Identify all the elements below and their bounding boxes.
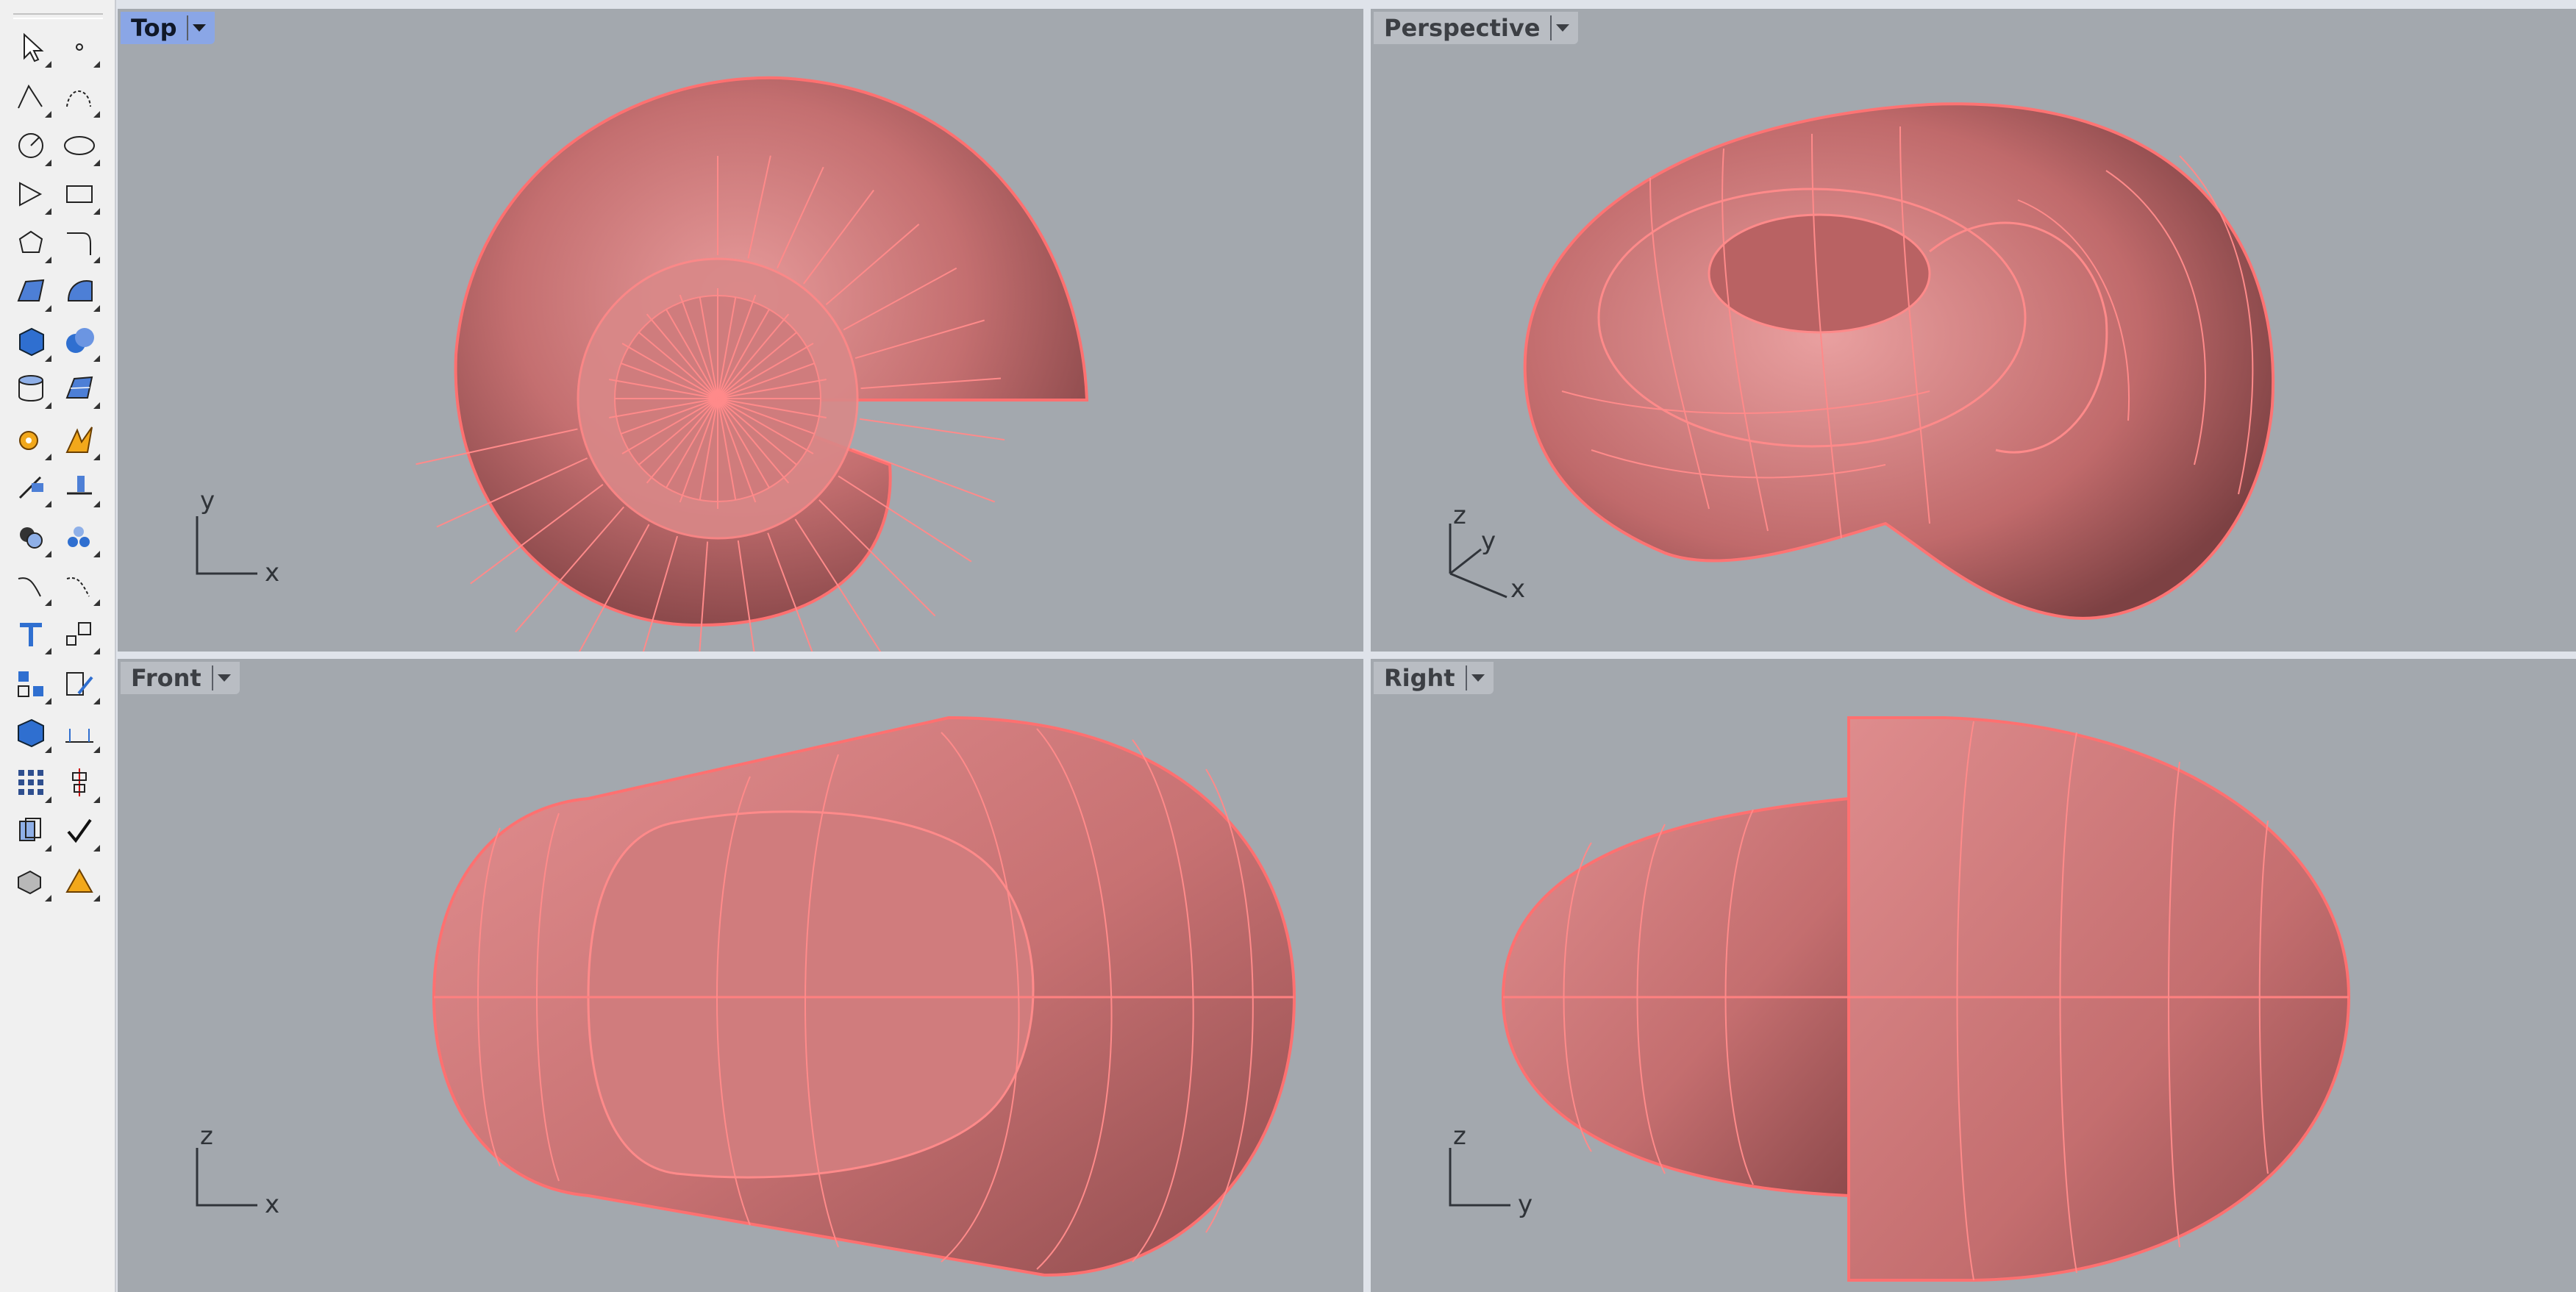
material-icon[interactable] — [59, 860, 100, 902]
chevron-down-icon[interactable] — [187, 15, 210, 40]
chevron-down-icon[interactable] — [211, 665, 235, 690]
cylinder-mesh-icon[interactable] — [10, 368, 51, 409]
layer-box-icon[interactable] — [10, 712, 51, 753]
boolean-union-icon[interactable] — [10, 516, 51, 557]
right-view-canvas[interactable]: z y — [1371, 659, 2576, 1292]
nautilus-shell-perspective[interactable] — [1523, 102, 2274, 620]
render-icon[interactable] — [10, 860, 51, 902]
svg-text:y: y — [1518, 1190, 1533, 1219]
split-icon[interactable] — [59, 466, 100, 507]
rectangle-icon[interactable] — [59, 174, 100, 215]
svg-text:x: x — [265, 558, 279, 588]
box-solid-icon[interactable] — [10, 321, 51, 362]
copy-icon[interactable] — [10, 810, 51, 852]
svg-text:z: z — [200, 1121, 213, 1151]
axis-indicator-right: z y — [1449, 1121, 1533, 1219]
viewport-perspective[interactable]: z y x Perspective — [1371, 9, 2576, 652]
viewport-title-right[interactable]: Right — [1374, 662, 1494, 694]
svg-text:y: y — [200, 486, 215, 515]
svg-text:y: y — [1481, 527, 1496, 556]
left-toolbar — [0, 0, 116, 1292]
fillet-curve-icon[interactable] — [59, 222, 100, 263]
explode-icon[interactable] — [59, 419, 100, 460]
text-icon[interactable] — [10, 613, 51, 654]
group-icon[interactable] — [59, 516, 100, 557]
revolve-surface-icon[interactable] — [59, 271, 100, 312]
edit-icon[interactable] — [59, 663, 100, 704]
ellipse-icon[interactable] — [59, 125, 100, 166]
viewport-top[interactable]: y x Top — [118, 9, 1363, 652]
nautilus-shell-right[interactable] — [1501, 716, 2351, 1282]
chevron-down-icon[interactable] — [1465, 665, 1489, 690]
mesh-plane-icon[interactable] — [59, 368, 100, 409]
dimension-icon[interactable] — [59, 712, 100, 753]
align-icon[interactable] — [59, 762, 100, 803]
curve-control-points-icon[interactable] — [59, 76, 100, 118]
svg-text:x: x — [265, 1190, 279, 1219]
sphere-solid-icon[interactable] — [59, 321, 100, 362]
point-icon[interactable] — [59, 26, 100, 68]
select-arrow-icon[interactable] — [10, 26, 51, 68]
svg-text:z: z — [1453, 1121, 1466, 1151]
axis-indicator-perspective: z y x — [1449, 501, 1525, 604]
viewport-right[interactable]: z y Right — [1371, 659, 2576, 1292]
check-icon[interactable] — [59, 810, 100, 852]
svg-text:x: x — [1510, 574, 1525, 604]
viewport-title-top[interactable]: Top — [121, 12, 215, 44]
nautilus-shell-top[interactable] — [415, 76, 1089, 652]
front-view-canvas[interactable]: z x — [118, 659, 1363, 1292]
surface-from-points-icon[interactable] — [10, 271, 51, 312]
offset-curve-icon[interactable] — [10, 565, 51, 606]
top-view-canvas[interactable]: y x — [118, 9, 1363, 652]
boolean-gear-icon[interactable] — [10, 419, 51, 460]
perspective-view-canvas[interactable]: z y x — [1371, 9, 2576, 652]
scale-icon[interactable] — [59, 613, 100, 654]
blend-curve-icon[interactable] — [59, 565, 100, 606]
axis-indicator-front: z x — [196, 1121, 279, 1219]
viewport-title-perspective[interactable]: Perspective — [1374, 12, 1579, 44]
array-icon[interactable] — [10, 762, 51, 803]
circle-icon[interactable] — [10, 125, 51, 166]
toolbar-grip[interactable] — [13, 13, 103, 19]
chevron-down-icon[interactable] — [1550, 15, 1574, 40]
block-icon[interactable] — [10, 663, 51, 704]
trim-icon[interactable] — [10, 466, 51, 507]
nautilus-shell-front[interactable] — [432, 715, 1296, 1277]
polygon-arc-icon[interactable] — [10, 174, 51, 215]
axis-indicator-top: y x — [196, 486, 279, 588]
svg-text:z: z — [1453, 501, 1466, 530]
polygon-icon[interactable] — [10, 222, 51, 263]
polyline-icon[interactable] — [10, 76, 51, 118]
viewport-title-front[interactable]: Front — [121, 662, 240, 694]
viewport-front[interactable]: z x Front — [118, 659, 1363, 1292]
